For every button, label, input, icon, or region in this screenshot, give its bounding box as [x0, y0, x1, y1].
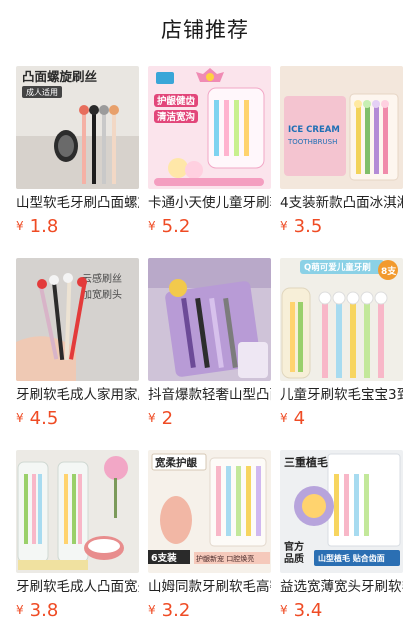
currency-symbol: ¥	[148, 411, 156, 425]
image-caption: 山型植毛 贴合齿面	[318, 553, 385, 563]
product-name[interactable]: 山型软毛牙刷凸面螺旋刷丝	[16, 194, 139, 212]
price-value: 3.2	[161, 600, 191, 621]
image-caption: Q萌可爱儿童牙刷	[304, 262, 371, 273]
product-card[interactable]: 三重植毛 官方 品质 山型植毛 贴合齿面 益选宽薄宽头牙刷软毛 ¥3.4	[278, 450, 404, 630]
product-price: ¥3.2	[148, 600, 190, 626]
currency-symbol: ¥	[148, 219, 156, 233]
product-image[interactable]	[16, 450, 139, 573]
product-name[interactable]: 牙刷软毛成人凸面宽头	[16, 578, 139, 596]
price-value: 4.5	[29, 408, 59, 429]
image-caption: 加宽刷头	[82, 288, 122, 301]
price-value: 5.2	[161, 216, 191, 237]
product-image[interactable]: ICE CREAM TOOTHBRUSH	[280, 66, 403, 189]
image-caption: 清洁宽沟	[157, 111, 195, 123]
image-caption: 三重植毛	[284, 455, 328, 469]
product-card[interactable]: 宽柔护龈 6支装 护龈新宠 口腔焕亮 山姆同款牙刷软毛高密 ¥3.2	[146, 450, 272, 630]
product-image[interactable]	[148, 258, 271, 381]
image-caption: 6支装	[151, 552, 177, 564]
product-card[interactable]: 凸面螺旋刷丝 成人适用 山型软毛牙刷凸面螺旋刷丝 ¥1.8	[14, 66, 140, 246]
product-price: ¥2	[148, 408, 173, 434]
price-value: 1.8	[29, 216, 59, 237]
price-value: 3.8	[29, 600, 59, 621]
price-value: 3.4	[293, 600, 323, 621]
product-card[interactable]: Q萌可爱儿童牙刷 8支 儿童牙刷软毛宝宝3到12岁 ¥4	[278, 258, 404, 438]
product-name[interactable]: 益选宽薄宽头牙刷软毛	[280, 578, 403, 596]
product-name[interactable]: 儿童牙刷软毛宝宝3到12岁	[280, 386, 403, 404]
product-price: ¥4.5	[16, 408, 58, 434]
product-name[interactable]: 卡通小天使儿童牙刷软毛	[148, 194, 271, 212]
image-caption: 宽柔护龈	[154, 456, 197, 469]
image-caption: ICE CREAM	[288, 125, 340, 135]
product-card[interactable]: ICE CREAM TOOTHBRUSH 4支装新款凸面冰淇淋牙刷 ¥3.5	[278, 66, 404, 246]
image-caption: 8支	[381, 265, 397, 277]
product-card[interactable]: 牙刷软毛成人凸面宽头 ¥3.8	[14, 450, 140, 630]
currency-symbol: ¥	[148, 603, 156, 617]
image-caption: 护龈健齿	[157, 95, 196, 107]
price-value: 4	[293, 408, 306, 429]
product-price: ¥3.5	[280, 216, 322, 242]
product-price: ¥3.8	[16, 600, 58, 626]
product-name[interactable]: 4支装新款凸面冰淇淋牙刷	[280, 194, 403, 212]
image-caption: 品质	[284, 552, 304, 565]
currency-symbol: ¥	[280, 603, 288, 617]
product-card[interactable]: 云感刷丝 加宽刷头 牙刷软毛成人家用家庭装 ¥4.5	[14, 258, 140, 438]
product-name[interactable]: 牙刷软毛成人家用家庭装	[16, 386, 139, 404]
page-title: 店铺推荐	[161, 18, 249, 42]
image-caption: 官方	[284, 540, 304, 553]
image-caption: 云感刷丝	[82, 272, 122, 285]
currency-symbol: ¥	[16, 219, 24, 233]
product-price: ¥4	[280, 408, 305, 434]
price-value: 3.5	[293, 216, 323, 237]
product-image[interactable]: Q萌可爱儿童牙刷 8支	[280, 258, 403, 381]
product-image[interactable]: 三重植毛 官方 品质 山型植毛 贴合齿面	[280, 450, 403, 573]
product-image[interactable]: 云感刷丝 加宽刷头	[16, 258, 139, 381]
product-image[interactable]: 凸面螺旋刷丝 成人适用	[16, 66, 139, 189]
product-price: ¥1.8	[16, 216, 58, 242]
product-price: ¥3.4	[280, 600, 322, 626]
price-value: 2	[161, 408, 174, 429]
currency-symbol: ¥	[16, 603, 24, 617]
image-caption: 凸面螺旋刷丝	[22, 69, 98, 84]
image-caption: 成人适用	[26, 87, 58, 97]
currency-symbol: ¥	[16, 411, 24, 425]
product-price: ¥5.2	[148, 216, 190, 242]
image-caption: TOOTHBRUSH	[287, 138, 337, 146]
currency-symbol: ¥	[280, 219, 288, 233]
product-name[interactable]: 山姆同款牙刷软毛高密	[148, 578, 271, 596]
currency-symbol: ¥	[280, 411, 288, 425]
product-image[interactable]: 宽柔护龈 6支装 护龈新宠 口腔焕亮	[148, 450, 271, 573]
product-card[interactable]: 抖音爆款轻奢山型凸面牙刷 ¥2	[146, 258, 272, 438]
image-caption: 护龈新宠 口腔焕亮	[196, 554, 254, 563]
product-card[interactable]: 护龈健齿 清洁宽沟 卡通小天使儿童牙刷软毛 ¥5.2	[146, 66, 272, 246]
product-name[interactable]: 抖音爆款轻奢山型凸面牙刷	[148, 386, 271, 404]
product-image[interactable]: 护龈健齿 清洁宽沟	[148, 66, 271, 189]
